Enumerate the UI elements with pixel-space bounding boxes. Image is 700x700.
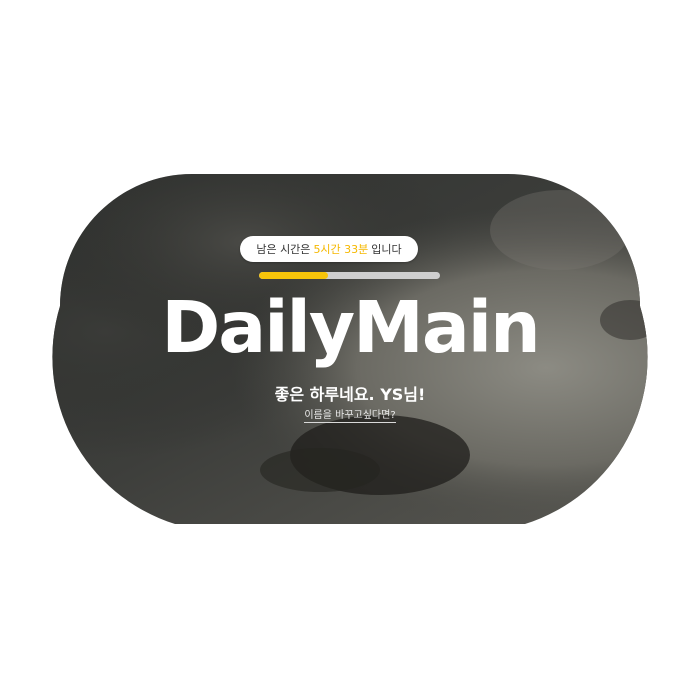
remaining-time-value: 5시간 33분 [313,243,369,256]
rename-link[interactable]: 이름을 바꾸고싶다면? [304,410,396,423]
remaining-time-prefix: 남은 시간은 [256,243,311,256]
greeting-text: 좋은 하루네요. YS님! [274,385,426,404]
rename-link-wrapper: 이름을 바꾸고싶다면? [300,406,400,423]
hero-content: 남은 시간은 5시간 33분 입니다 DailyMain 좋은 하루네요. YS… [0,0,700,700]
day-progress-bar [259,272,440,279]
day-progress-fill [259,272,328,279]
remaining-time-badge: 남은 시간은 5시간 33분 입니다 [240,236,418,262]
remaining-time-suffix: 입니다 [371,243,402,256]
page: 남은 시간은 5시간 33분 입니다 DailyMain 좋은 하루네요. YS… [0,0,700,700]
brand-title: DailyMain [161,286,540,369]
